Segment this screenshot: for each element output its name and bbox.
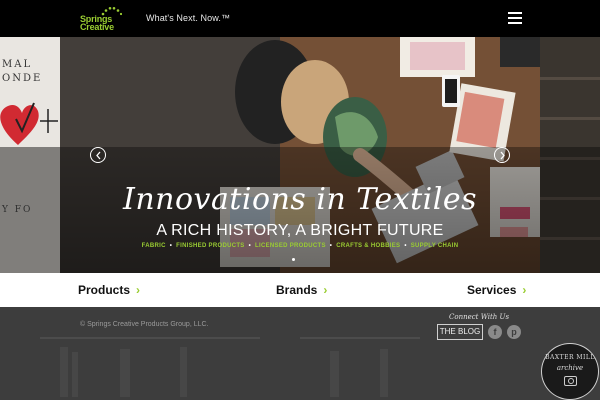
- brands-link[interactable]: Brands ›: [276, 283, 327, 297]
- blog-button[interactable]: THE BLOG: [437, 324, 483, 340]
- hamburger-menu-icon[interactable]: [508, 12, 522, 24]
- services-link[interactable]: Services ›: [467, 283, 526, 297]
- peek-text-2: ONDE: [2, 73, 43, 84]
- camera-icon: [564, 376, 577, 386]
- badge-line1: BAXTER MILL: [545, 354, 595, 361]
- products-label: Products: [78, 283, 131, 297]
- facebook-icon[interactable]: f: [488, 325, 502, 339]
- products-link[interactable]: Products ›: [78, 283, 140, 297]
- chevron-right-icon: ›: [323, 283, 328, 297]
- pinterest-icon[interactable]: p: [507, 325, 521, 339]
- hero-slider: MAL ONDE Y FO Innovations in Textiles A …: [0, 37, 600, 273]
- chevron-right-icon: ›: [136, 283, 141, 297]
- hero-headline: Innovations in Textiles: [122, 182, 478, 217]
- section-nav: Products › Brands › Services ›: [0, 273, 600, 307]
- next-slide-button[interactable]: [494, 147, 510, 163]
- brands-label: Brands: [276, 283, 318, 297]
- services-label: Services: [467, 283, 517, 297]
- site-tagline: What's Next. Now.™: [146, 13, 231, 23]
- hero-category-tags: FABRIC • FINISHED PRODUCTS • LICENSED PRODUC…: [141, 243, 459, 249]
- slide-indicator-dot[interactable]: [292, 258, 295, 261]
- chevron-right-icon: ›: [522, 283, 527, 297]
- site-header: Springs Creative What's Next. Now.™: [0, 0, 600, 37]
- site-footer: © Springs Creative Products Group, LLC. …: [0, 307, 600, 400]
- previous-slide-button[interactable]: [90, 147, 106, 163]
- peek-text-1: MAL: [2, 59, 33, 70]
- copyright-text: © Springs Creative Products Group, LLC.: [80, 321, 209, 328]
- logo-line2: Creative: [80, 22, 114, 32]
- tag-crafts-hobbies[interactable]: CRAFTS & HOBBIES: [336, 243, 400, 249]
- hero-subhead: A RICH HISTORY, A BRIGHT FUTURE: [156, 222, 444, 239]
- tag-fabric[interactable]: FABRIC: [142, 243, 166, 249]
- chevron-left-icon: [96, 151, 101, 160]
- baxter-mill-archive-badge[interactable]: BAXTER MILL archive: [541, 343, 599, 400]
- chevron-right-icon: [500, 151, 505, 160]
- tag-supply-chain[interactable]: SUPPLY CHAIN: [411, 243, 459, 249]
- heart-illustration: [0, 102, 58, 145]
- tag-licensed-products[interactable]: LICENSED PRODUCTS: [255, 243, 326, 249]
- badge-line2: archive: [556, 364, 584, 372]
- springs-creative-logo[interactable]: Springs Creative: [80, 6, 128, 32]
- tag-finished-products[interactable]: FINISHED PRODUCTS: [176, 243, 244, 249]
- connect-heading: Connect With Us: [449, 313, 510, 321]
